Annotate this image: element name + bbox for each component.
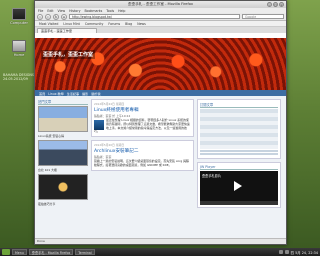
blog-post: 2012年5月24日 星期四 Linux終極使用者專輯 張貼者：歪歪 於 上午1… [91, 99, 194, 138]
menu-history[interactable]: History [69, 9, 80, 13]
back-button[interactable]: ‹ [37, 13, 43, 20]
left-sidebar: 熱門文章 Linux系統 安裝心得 台北 101 大樓 夜拍技巧分享 [38, 99, 88, 211]
page-nav-item[interactable]: 攝影 [82, 91, 88, 96]
main-column: 2012年5月24日 星期四 Linux終極使用者專輯 張貼者：歪歪 於 上午1… [91, 99, 194, 211]
post-date: 2012年5月20日 星期日 [94, 143, 125, 148]
thumbnail-caption[interactable]: Linux系統 安裝心得 [38, 134, 88, 138]
bookmark-item[interactable]: Most Visited [39, 22, 58, 26]
home-desktop-icon[interactable]: Home [4, 40, 34, 57]
reload-button[interactable]: ↻ [53, 13, 59, 20]
desktop-note-line: 24.05.2012/09 [3, 77, 28, 82]
network-icon[interactable] [278, 250, 283, 254]
subscribe-box: 訂閱文章 [197, 99, 281, 159]
page-nav-item[interactable]: 首頁 [39, 91, 45, 96]
post-title-link[interactable]: Archlinux安裝筆記二 [94, 148, 191, 154]
subscribe-heading: 訂閱文章 [200, 102, 278, 108]
taskbar-item[interactable]: 歪歪手札 - Mozilla Firefox [28, 249, 74, 255]
folder-icon [12, 40, 26, 52]
window-titlebar[interactable]: 歪歪手札 - 歪歪工作室 - Mozilla Firefox – □ × [35, 1, 286, 8]
computer-desktop-icon[interactable]: Computer [4, 8, 34, 25]
post-date: 2012年5月24日 星期四 [94, 102, 125, 106]
taskbar-item[interactable]: Terminal [75, 249, 95, 255]
bookmark-item[interactable]: Blog [125, 22, 132, 26]
page-nav-item[interactable]: 關於我 [91, 91, 100, 96]
url-input[interactable]: http://ewing.blogspot.tw/ [69, 13, 240, 20]
thumbnail-image[interactable] [38, 140, 88, 166]
window-title: 歪歪手札 - 歪歪工作室 - Mozilla Firefox [128, 2, 193, 6]
page-nav-item[interactable]: Linux 教學 [48, 91, 64, 96]
thumbnail-caption[interactable]: 夜拍技巧分享 [38, 202, 88, 206]
minimize-button[interactable]: – [267, 2, 272, 7]
video-player[interactable]: 歪歪手札影片 [200, 171, 278, 201]
computer-icon-label: Computer [10, 21, 28, 25]
page-content: 歪歪手札，歪歪工作室 首頁 Linux 教學 生活記事 攝影 關於我 熱門文章 … [35, 38, 286, 238]
menu-edit[interactable]: Edit [47, 9, 53, 13]
blog-post: 2012年5月20日 星期日 Archlinux安裝筆記二 張貼者：歪歪 延續上… [91, 140, 194, 171]
page-nav-item[interactable]: 生活記事 [67, 91, 79, 96]
search-input[interactable]: Google [242, 13, 284, 20]
start-menu-button[interactable] [2, 249, 10, 255]
video-widget-heading: JW Player [200, 165, 278, 170]
thumbnail-caption[interactable]: 台北 101 大樓 [38, 168, 88, 172]
menu-view[interactable]: View [58, 9, 66, 13]
taskbar-clock[interactable]: 四 5月 24, 22:34 [291, 250, 318, 255]
blog-banner: 歪歪手札，歪歪工作室 [35, 38, 286, 90]
menu-tools[interactable]: Tools [106, 9, 114, 13]
divider [200, 150, 278, 152]
menu-file[interactable]: File [38, 9, 43, 13]
home-button[interactable]: ⌂ [61, 13, 67, 20]
video-widget: JW Player 歪歪手札影片 [197, 162, 281, 208]
right-sidebar: 訂閱文章 JW Player 歪歪手札影片 [197, 99, 281, 211]
status-bar: Done [35, 238, 286, 244]
browser-window: 歪歪手札 - 歪歪工作室 - Mozilla Firefox – □ × Fil… [34, 0, 287, 245]
menu-bookmarks[interactable]: Bookmarks [84, 9, 102, 13]
maximize-button[interactable]: □ [273, 2, 278, 7]
play-icon[interactable] [234, 181, 242, 191]
thumbnail-image[interactable] [38, 106, 88, 132]
post-body: 最近在整理 Linux 相關的資料，發現很多人對於 Linux 系統的使用仍有疑… [94, 118, 190, 134]
post-body: 延續上一篇的安裝說明，這次要介紹桌面環境的設定。首先安裝 xorg 與驅動程式，… [94, 159, 189, 167]
forward-button[interactable]: › [45, 13, 51, 20]
thumbnail-image[interactable] [38, 174, 88, 200]
navigation-toolbar: ‹ › ↻ ⌂ http://ewing.blogspot.tw/ Google [35, 13, 286, 21]
divider [200, 153, 278, 155]
monitor-icon [12, 8, 26, 20]
browser-tab[interactable]: 歪歪手札 - 歪歪工作室 [37, 28, 97, 33]
volume-icon[interactable] [284, 250, 289, 254]
taskbar: Menu 歪歪手札 - Mozilla Firefox Terminal 四 5… [0, 248, 320, 256]
home-icon-label: Home [13, 53, 25, 57]
bookmark-item[interactable]: Forums [108, 22, 120, 26]
video-title: 歪歪手札影片 [202, 174, 222, 178]
bookmark-item[interactable]: Linux Mint [63, 22, 80, 26]
desktop-note: BAHAMA DESIGNS 24.05.2012/09 [3, 73, 34, 81]
bookmark-item[interactable]: Community [85, 22, 103, 26]
taskbar-item[interactable]: Menu [12, 249, 27, 255]
bookmark-item[interactable]: News [137, 22, 146, 26]
widget-area [200, 109, 278, 149]
menu-help[interactable]: Help [118, 9, 125, 13]
banner-title: 歪歪手札，歪歪工作室 [41, 50, 96, 59]
close-button[interactable]: × [279, 2, 284, 7]
left-sidebar-heading: 熱門文章 [38, 99, 88, 105]
post-title-link[interactable]: Linux終極使用者專輯 [94, 107, 191, 113]
video-controls[interactable] [200, 201, 278, 205]
tab-strip: 歪歪手札 - 歪歪工作室 [35, 27, 286, 33]
